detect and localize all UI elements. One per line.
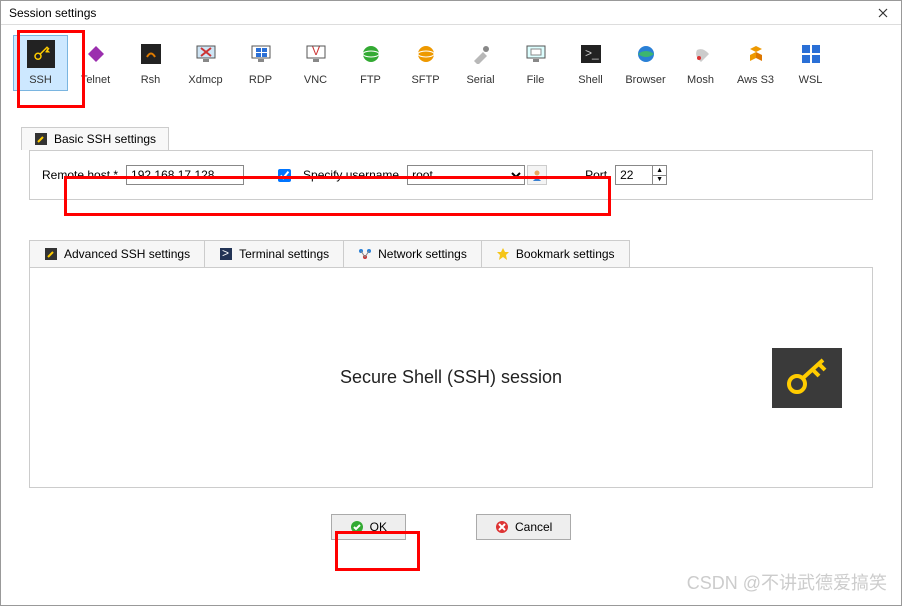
port-spinner[interactable]: ▲▼ [615, 165, 667, 185]
cancel-button[interactable]: Cancel [476, 514, 571, 540]
port-up[interactable]: ▲ [652, 166, 666, 176]
username-select[interactable]: root [407, 165, 525, 185]
session-type-serial[interactable]: Serial [453, 35, 508, 91]
serial-cable-icon [467, 40, 495, 68]
session-type-shell[interactable]: >_ Shell [563, 35, 618, 91]
ok-button[interactable]: OK [331, 514, 406, 540]
close-button[interactable] [873, 3, 893, 23]
remote-host-label: Remote host * [42, 168, 118, 182]
star-icon [496, 247, 510, 261]
session-type-vnc[interactable]: V VNC [288, 35, 343, 91]
session-type-mosh[interactable]: Mosh [673, 35, 728, 91]
session-description-title: Secure Shell (SSH) session [340, 367, 562, 388]
port-label: Port [585, 168, 607, 182]
tab-advanced-ssh[interactable]: Advanced SSH settings [29, 240, 205, 268]
window-title: Session settings [9, 6, 96, 20]
port-input[interactable] [616, 166, 652, 184]
tab-terminal[interactable]: > Terminal settings [204, 240, 344, 268]
watermark: CSDN @不讲武德爱搞笑 [687, 569, 887, 595]
user-browse-button[interactable] [527, 165, 547, 185]
session-type-sftp[interactable]: SFTP [398, 35, 453, 91]
session-type-ssh[interactable]: SSH [13, 35, 68, 91]
session-description-panel: Secure Shell (SSH) session [29, 268, 873, 488]
vnc-monitor-icon: V [302, 40, 330, 68]
windows-monitor-icon [247, 40, 275, 68]
network-icon [358, 247, 372, 261]
remote-host-input[interactable] [126, 165, 244, 185]
x-monitor-icon [192, 40, 220, 68]
check-circle-icon [350, 520, 364, 534]
windows-icon [797, 40, 825, 68]
terminal-icon: > [219, 247, 233, 261]
x-circle-icon [495, 520, 509, 534]
session-type-rdp[interactable]: RDP [233, 35, 288, 91]
satellite-icon [687, 40, 715, 68]
wrench-icon [44, 247, 58, 261]
diamond-icon [82, 40, 110, 68]
session-type-wsl[interactable]: WSL [783, 35, 838, 91]
session-type-telnet[interactable]: Telnet [68, 35, 123, 91]
specify-username-label: Specify username [303, 168, 399, 182]
tab-bookmark[interactable]: Bookmark settings [481, 240, 630, 268]
session-type-toolbar: SSH Telnet Rsh Xdmcp RDP V VNC FTP SFTP … [1, 25, 901, 97]
session-type-file[interactable]: File [508, 35, 563, 91]
tab-network[interactable]: Network settings [343, 240, 482, 268]
session-type-ftp[interactable]: FTP [343, 35, 398, 91]
globe-blue-icon [632, 40, 660, 68]
ssh-key-large-icon [772, 348, 842, 408]
link-icon [137, 40, 165, 68]
session-type-browser[interactable]: Browser [618, 35, 673, 91]
key-icon [27, 40, 55, 68]
tab-basic-ssh[interactable]: Basic SSH settings [21, 127, 169, 150]
terminal-icon: >_ [577, 40, 605, 68]
svg-text:>_: >_ [585, 46, 599, 60]
basic-ssh-panel: Remote host * Specify username root Port… [29, 150, 873, 200]
session-type-awss3[interactable]: Aws S3 [728, 35, 783, 91]
svg-text:>: > [222, 248, 229, 260]
session-type-xdmcp[interactable]: Xdmcp [178, 35, 233, 91]
specify-username-checkbox[interactable] [278, 169, 291, 182]
session-type-rsh[interactable]: Rsh [123, 35, 178, 91]
wrench-icon [34, 132, 48, 146]
aws-cubes-icon [742, 40, 770, 68]
globe-green-icon [357, 40, 385, 68]
port-down[interactable]: ▼ [652, 176, 666, 185]
svg-text:V: V [311, 44, 319, 58]
file-monitor-icon [522, 40, 550, 68]
globe-orange-icon [412, 40, 440, 68]
session-type-label: SSH [29, 74, 52, 86]
